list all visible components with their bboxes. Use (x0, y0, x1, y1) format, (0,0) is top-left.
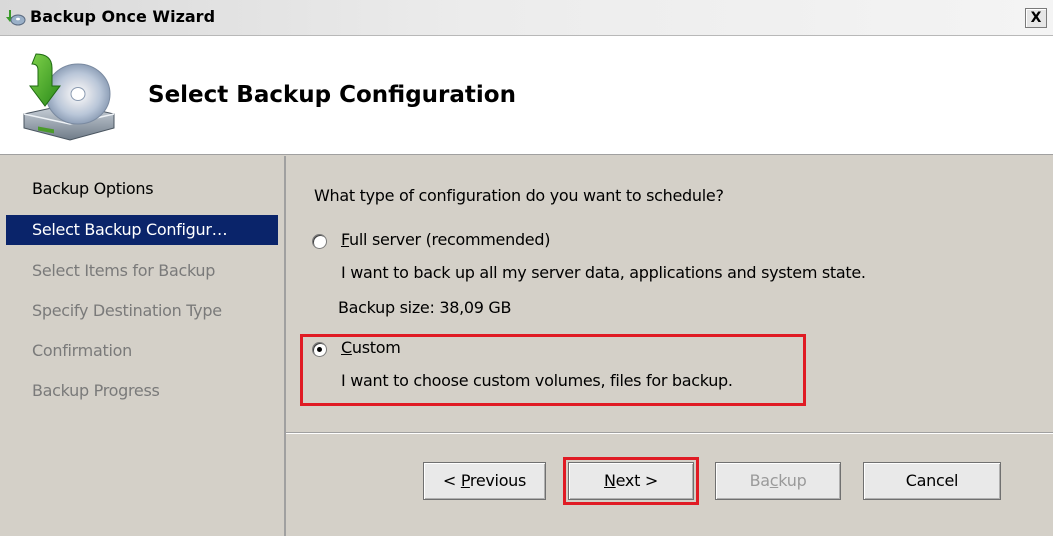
button-area-divider (286, 432, 1053, 434)
previous-accel: P (460, 471, 470, 490)
cancel-button[interactable]: Cancel (863, 462, 1001, 500)
window-title: Backup Once Wizard (30, 7, 216, 26)
custom-option-highlight (300, 334, 806, 406)
nav-step-confirmation: Confirmation (32, 341, 132, 360)
title-bar[interactable]: Backup Once Wizard X (0, 0, 1053, 36)
close-button[interactable]: X (1025, 8, 1047, 28)
close-icon: X (1030, 10, 1042, 26)
wizard-window: Backup Once Wizard X Select Backup Confi… (0, 0, 1053, 536)
nav-step-backup-progress: Backup Progress (32, 381, 160, 400)
previous-button[interactable]: < Previous (423, 462, 546, 500)
backup-button: Backup (715, 462, 841, 500)
page-title: Select Backup Configuration (148, 82, 516, 108)
full-server-accel: F (341, 230, 350, 249)
full-server-description: I want to back up all my server data, ap… (341, 263, 866, 282)
wizard-steps-nav: Backup Options Select Backup Configur… S… (0, 156, 286, 536)
backup-disk-icon (23, 53, 115, 141)
wizard-header: Select Backup Configuration (0, 36, 1053, 155)
full-server-label[interactable]: Full server (recommended) (341, 230, 550, 249)
nav-step-destination-type: Specify Destination Type (32, 301, 222, 320)
backup-size-text: Backup size: 38,09 GB (338, 298, 512, 317)
backup-accel: c (769, 471, 779, 490)
previous-prefix: < (442, 471, 461, 490)
full-server-radio[interactable] (312, 234, 327, 249)
previous-label: revious (469, 471, 527, 490)
nav-step-backup-options[interactable]: Backup Options (0, 174, 284, 204)
backup-label-rest: kup (778, 471, 807, 490)
backup-app-icon (6, 10, 26, 26)
nav-step-select-backup-configuration[interactable]: Select Backup Configur… (6, 215, 278, 245)
full-server-label-text: ull server (recommended) (349, 230, 551, 249)
next-button-highlight (563, 457, 699, 505)
configuration-question: What type of configuration do you want t… (314, 186, 724, 205)
configuration-panel: What type of configuration do you want t… (286, 156, 1053, 432)
nav-step-select-items: Select Items for Backup (32, 261, 216, 280)
backup-label-pre: Ba (749, 471, 770, 490)
